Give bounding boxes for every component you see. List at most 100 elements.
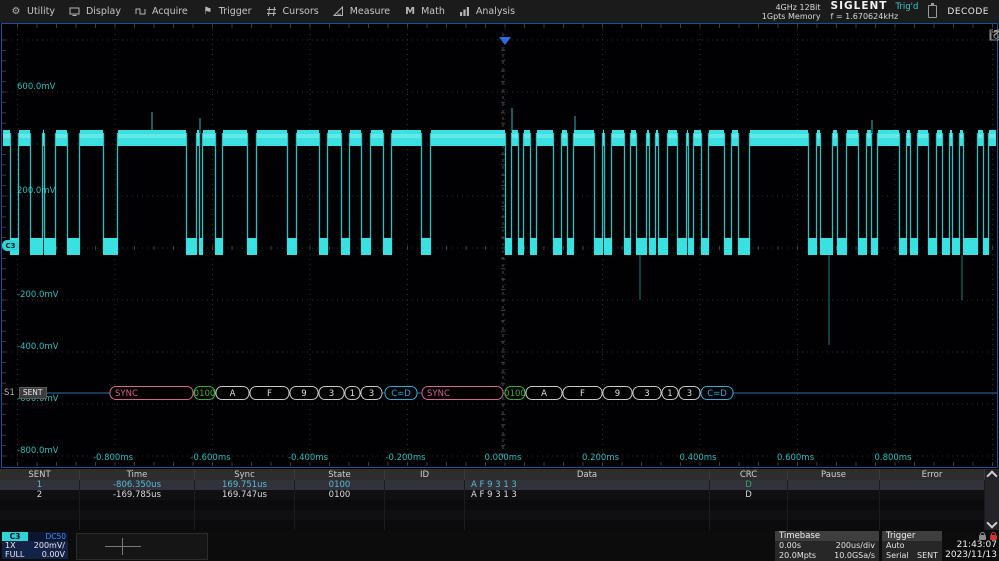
svg-text:F: F [580,389,585,399]
table-header-sync: Sync [195,469,295,480]
trigger-panel[interactable]: Trigger Auto Serial SENT [882,531,942,561]
recorder-icon [928,5,937,18]
menu-item-label: Utility [27,6,55,17]
table-header-row: SENTTimeSyncStateIDDataCRCPauseError [0,469,985,480]
menu-item-trigger[interactable]: ⚑Trigger [202,6,252,18]
table-row-empty [0,520,985,530]
cell-data [465,500,710,510]
timebase-scale: 200us/div [836,541,875,551]
bus-id: S1 [4,388,15,398]
channel3-panel[interactable]: C3 DC50 1X 200mV/ FULL 0.00V [2,532,68,559]
channel3-bandwidth: FULL [5,550,24,559]
trigger-source: SENT [917,551,938,561]
cell-crc [710,500,788,510]
svg-text:-0.800ms: -0.800ms [93,453,134,463]
trigger-status-badge: Trig'd [895,2,918,12]
table-row-sent-2[interactable]: 2-169.785us169.747us0100A F 9 3 1 3D [0,490,985,500]
scroll-down-icon[interactable] [986,517,997,528]
menu-item-label: Trigger [219,6,252,17]
measure-icon [333,6,345,18]
svg-text:9: 9 [615,389,620,399]
svg-text:-0.200ms: -0.200ms [385,453,426,463]
cell-data: A F 9 3 1 3 [465,490,710,500]
cell-error [880,480,985,490]
cell-pause [788,490,880,500]
position-control-panel[interactable] [76,533,208,560]
table-row-sent-1[interactable]: 1-806.350us169.751us0100A F 9 3 1 3D [0,480,985,490]
cell-crc: D [710,490,788,500]
cell-id [385,480,465,490]
trigger-title: Trigger [882,531,942,541]
cell-crc [710,520,788,530]
cell-error [880,500,985,510]
menu-item-measure[interactable]: Measure [333,6,390,18]
decode-button[interactable]: DECODE [947,7,989,17]
system-date: 2023/11/13 [944,550,997,560]
cell-state [295,500,385,510]
cell-id [385,510,465,520]
unlock-icon[interactable] [979,535,986,540]
menu-item-acquire[interactable]: Acquire [135,6,188,18]
channel3-badge[interactable]: C3 [2,532,28,541]
table-header-data: Data [465,469,710,480]
acquire-icon [135,6,147,18]
timebase-title: Timebase [775,531,879,541]
channel3-coupling: DC50 [45,532,68,541]
table-header-state: State [295,469,385,480]
cell-error [880,520,985,530]
cell-state [295,520,385,530]
math-icon: M [404,6,416,18]
svg-text:200.0mV: 200.0mV [17,186,56,196]
cell-time [80,520,195,530]
table-header-crc: CRC [710,469,788,480]
menu-item-utility[interactable]: ⚙Utility [10,6,55,18]
cell-id [385,520,465,530]
cell-pause [788,480,880,490]
waveform-display[interactable]: 600.0mV200.0mV-200.0mV-400.0mV-600.0mV-8… [0,23,999,469]
export-waveform-icon[interactable] [989,29,999,41]
cell-state: 0100 [295,480,385,490]
menu-item-math[interactable]: MMath [404,6,445,18]
lock-icons [944,531,997,540]
bus-protocol-badge: SENT [19,387,47,399]
cell-data [465,520,710,530]
svg-text:1: 1 [667,389,672,399]
acquisition-info: 4GHz 12Bit 1Gpts Memory [762,3,821,21]
system-time: 21:43:07 [944,540,997,550]
lock-icon[interactable] [990,535,997,540]
trigger-position-marker[interactable] [499,37,511,45]
crosshair-icon [105,546,141,547]
scope-plot: 600.0mV200.0mV-200.0mV-400.0mV-600.0mV-8… [0,23,999,469]
svg-text:SYNC: SYNC [115,389,138,399]
svg-text:0.000ms: 0.000ms [484,453,522,463]
scroll-up-icon[interactable] [986,470,997,481]
svg-text:9: 9 [301,389,306,399]
channel3-scale: 200mV/ [34,541,65,550]
cell-sync: 169.747us [195,490,295,500]
menu-item-analysis[interactable]: Analysis [459,6,515,18]
cell-sync: 169.751us [195,480,295,490]
table-header-time: Time [80,469,195,480]
cell-data [465,510,710,520]
menu-item-label: Analysis [476,6,515,17]
table-scrollbar[interactable] [985,469,999,530]
cell-crc: D [710,480,788,490]
svg-text:C=D: C=D [707,389,727,399]
timebase-panel[interactable]: Timebase 0.00s 200us/div 20.0Mpts 10.0GS… [775,531,879,561]
brand-block: SIGLENT Trig'd f = 1.670624kHz [831,1,919,22]
menu-item-label: Measure [350,6,390,17]
svg-text:0100: 0100 [504,389,526,399]
cell-id [385,500,465,510]
svg-text:3: 3 [687,389,692,399]
decode-bus-label: S1 SENT [4,387,47,399]
svg-text:F: F [267,389,272,399]
svg-text:0.200ms: 0.200ms [582,453,620,463]
svg-text:3: 3 [644,389,649,399]
menu-item-display[interactable]: Display [69,6,121,18]
menu-item-cursors[interactable]: Cursors [266,6,319,18]
channel3-ground-marker[interactable]: C3 [2,240,19,251]
menu-item-label: Cursors [283,6,319,17]
svg-text:-800.0mV: -800.0mV [17,446,59,456]
svg-text:1: 1 [350,389,355,399]
cell-pause [788,520,880,530]
